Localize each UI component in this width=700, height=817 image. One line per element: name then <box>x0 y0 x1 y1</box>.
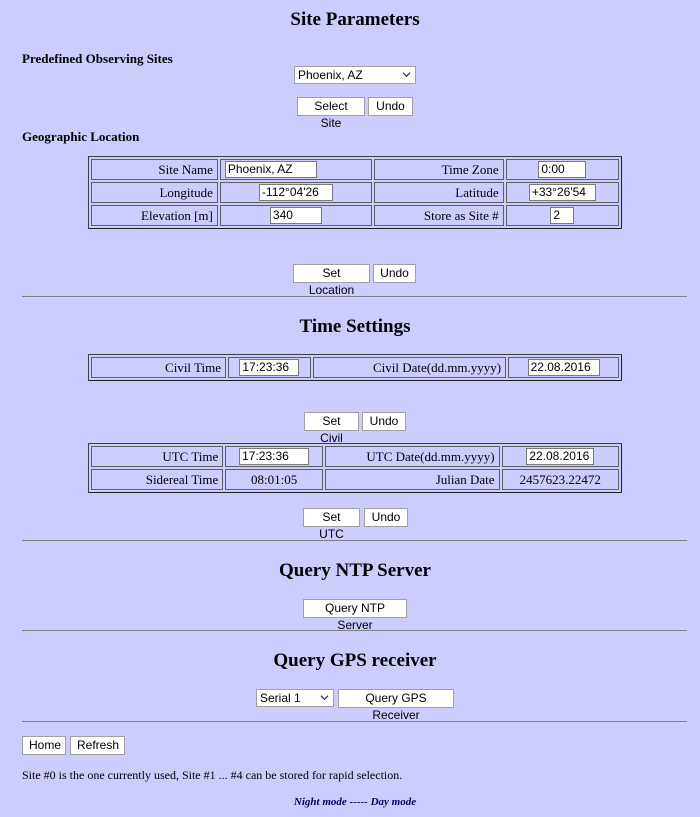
site-select[interactable]: Phoenix, AZ <box>294 66 416 84</box>
query-ntp-title: Query NTP Server <box>279 560 431 581</box>
julian-date-label: Julian Date <box>324 469 500 490</box>
longitude-input[interactable]: -112°04'26 <box>258 184 333 202</box>
refresh-button[interactable]: Refresh <box>70 736 125 755</box>
store-as-site-input[interactable]: 2 <box>550 207 575 225</box>
site-parameters-title: Site Parameters <box>290 9 420 30</box>
select-site-button[interactable]: Select Site <box>297 97 365 130</box>
set-utc-button[interactable]: Set UTC <box>303 508 360 541</box>
set-civil-button[interactable]: Set Civil <box>304 412 359 445</box>
latitude-input[interactable]: +33°26'54 <box>528 184 596 202</box>
geographic-location-heading: Geographic Location <box>22 129 140 144</box>
civil-time-table: Civil Time 17:23:36 Civil Date(dd.mm.yyy… <box>88 354 622 381</box>
civil-date-label: Civil Date(dd.mm.yyyy) <box>312 357 507 378</box>
civil-date-input[interactable]: 22.08.2016 <box>527 359 600 377</box>
divider <box>22 721 687 722</box>
query-gps-button[interactable]: Query GPS Receiver <box>338 689 454 722</box>
select-site-undo-button[interactable]: Undo <box>368 97 413 116</box>
query-ntp-button[interactable]: Query NTP Server <box>303 599 407 632</box>
civil-time-label: Civil Time <box>91 357 227 378</box>
chevron-down-icon <box>320 695 329 701</box>
set-location-button[interactable]: Set Location <box>293 264 370 297</box>
utc-time-table: UTC Time 17:23:36 UTC Date(dd.mm.yyyy) 2… <box>88 443 622 493</box>
elevation-label: Elevation [m] <box>91 205 218 226</box>
store-as-site-label: Store as Site # <box>373 205 504 226</box>
divider <box>22 630 687 631</box>
predefined-sites-heading: Predefined Observing Sites <box>22 51 173 66</box>
time-zone-input[interactable]: 0:00 <box>538 161 587 179</box>
divider <box>22 540 687 541</box>
mode-separator: ----- <box>346 796 371 808</box>
set-civil-undo-button[interactable]: Undo <box>362 412 406 431</box>
set-location-undo-button[interactable]: Undo <box>373 264 416 283</box>
site-select-value: Phoenix, AZ <box>298 68 363 82</box>
time-zone-label: Time Zone <box>373 159 504 180</box>
divider <box>22 296 687 297</box>
night-mode-link[interactable]: Night mode <box>294 796 347 808</box>
utc-time-input[interactable]: 17:23:36 <box>239 448 310 466</box>
julian-date-value: 2457623.22472 <box>501 469 619 490</box>
geographic-location-table: Site Name Phoenix, AZ Time Zone 0:00 Lon… <box>88 156 622 229</box>
utc-date-label: UTC Date(dd.mm.yyyy) <box>324 446 500 467</box>
gps-port-select[interactable]: Serial 1 <box>256 689 334 707</box>
utc-time-label: UTC Time <box>91 446 224 467</box>
civil-time-input[interactable]: 17:23:36 <box>239 359 300 377</box>
site-storage-note: Site #0 is the one currently used, Site … <box>22 768 403 782</box>
elevation-input[interactable]: 340 <box>269 207 322 225</box>
set-utc-undo-button[interactable]: Undo <box>364 508 408 527</box>
utc-date-input[interactable]: 22.08.2016 <box>526 448 595 466</box>
longitude-label: Longitude <box>91 182 218 203</box>
site-name-label: Site Name <box>91 159 218 180</box>
day-mode-link[interactable]: Day mode <box>371 796 417 808</box>
home-button[interactable]: Home <box>22 736 66 755</box>
sidereal-time-value: 08:01:05 <box>225 469 323 490</box>
site-name-input[interactable]: Phoenix, AZ <box>224 161 317 179</box>
display-mode-links: Night mode ----- Day mode <box>0 796 700 808</box>
chevron-down-icon <box>402 72 411 78</box>
latitude-label: Latitude <box>373 182 504 203</box>
sidereal-time-label: Sidereal Time <box>91 469 224 490</box>
gps-port-value: Serial 1 <box>260 691 301 705</box>
query-gps-title: Query GPS receiver <box>273 650 437 671</box>
time-settings-title: Time Settings <box>299 316 411 337</box>
